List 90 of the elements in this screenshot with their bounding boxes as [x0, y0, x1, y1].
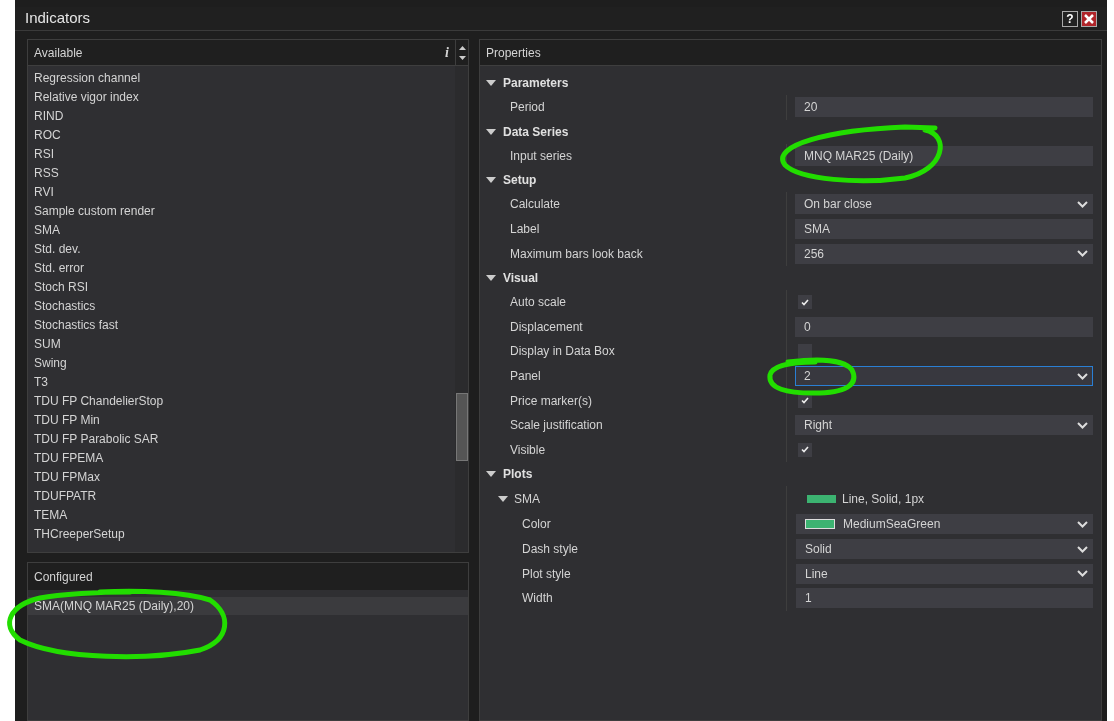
list-item[interactable]: TDU FP Parabolic SAR: [34, 429, 159, 448]
dropdown[interactable]: Line: [796, 563, 1093, 584]
list-item[interactable]: THCreeperSetup: [34, 524, 125, 543]
checkbox[interactable]: [798, 442, 812, 457]
chevron-down-icon: [1077, 372, 1088, 380]
list-item[interactable]: TDU FP Min: [34, 410, 100, 429]
help-button[interactable]: ?: [1062, 10, 1078, 27]
property-label: Plot style: [522, 565, 571, 583]
property-label: Auto scale: [510, 294, 567, 312]
list-item[interactable]: Stochastics fast: [34, 315, 119, 334]
collapse-icon[interactable]: [486, 471, 496, 478]
panel-header: Configured: [34, 568, 93, 586]
info-button[interactable]: i: [445, 42, 449, 63]
window-title: Indicators: [25, 8, 91, 29]
collapse-icon[interactable]: [498, 496, 508, 503]
dropdown[interactable]: 256: [795, 243, 1093, 264]
chevron-down-icon: [1077, 520, 1088, 528]
chevron-down-icon: [1077, 201, 1088, 208]
text-field[interactable]: SMA: [795, 219, 1093, 240]
scrollbar[interactable]: [455, 66, 468, 552]
list-item[interactable]: SMA: [34, 220, 60, 239]
property-label: Input series: [510, 147, 573, 165]
check-icon: [801, 446, 809, 454]
property-label: Label: [510, 221, 540, 239]
property-label: Width: [522, 590, 553, 608]
list-item[interactable]: TEMA: [34, 505, 68, 524]
list-item[interactable]: Regression channel: [34, 68, 141, 87]
collapse-icon[interactable]: [486, 177, 496, 184]
check-icon: [801, 298, 809, 306]
check-icon: [801, 397, 809, 405]
text-field[interactable]: 1: [796, 588, 1093, 609]
list-item[interactable]: TDU FP ChandelierStop: [34, 391, 164, 410]
section-title: Parameters: [503, 75, 569, 92]
property-label: SMA: [514, 491, 540, 509]
section-title: Setup: [503, 172, 537, 190]
property-label: Scale justification: [510, 417, 603, 435]
list-item[interactable]: Relative vigor index: [34, 87, 139, 106]
property-label: Maximum bars look back: [510, 245, 643, 263]
list-item[interactable]: ROC: [34, 125, 61, 144]
section-title: Data Series: [503, 123, 569, 141]
property-label: Display in Data Box: [510, 343, 615, 361]
plot-summary: Line, Solid, 1px: [842, 491, 925, 509]
property-label: Visible: [510, 441, 546, 459]
dropdown[interactable]: On bar close: [795, 194, 1093, 215]
checkbox[interactable]: [798, 344, 812, 359]
list-item[interactable]: Stoch RSI: [34, 277, 89, 296]
list-item[interactable]: Std. dev.: [34, 239, 81, 258]
list-item[interactable]: SUM: [34, 334, 61, 353]
list-item[interactable]: RIND: [34, 106, 64, 125]
list-item[interactable]: RVI: [34, 182, 54, 201]
property-label: Color: [522, 516, 551, 534]
panel-header: Available: [34, 44, 84, 62]
chevron-down-icon: [1077, 570, 1088, 578]
list-item[interactable]: RSS: [34, 163, 59, 182]
list-item[interactable]: T3: [34, 372, 48, 391]
list-item[interactable]: TDUFPATR: [34, 486, 97, 505]
color-dropdown[interactable]: MediumSeaGreen: [796, 514, 1093, 535]
list-item[interactable]: SMA(MNQ MAR25 (Daily),20): [28, 597, 468, 615]
chevron-down-icon: [1077, 421, 1088, 429]
scroll-arrows[interactable]: [455, 39, 468, 66]
panel-header: Properties: [486, 44, 541, 62]
dropdown[interactable]: 2: [795, 366, 1093, 387]
list-item[interactable]: Std. error: [34, 258, 84, 277]
property-label: Panel: [510, 368, 541, 386]
close-button[interactable]: [1081, 10, 1097, 27]
chevron-down-icon: [1077, 250, 1088, 258]
text-field[interactable]: MNQ MAR25 (Daily): [795, 145, 1093, 166]
property-label: Period: [510, 99, 545, 117]
collapse-icon[interactable]: [486, 128, 496, 135]
checkbox[interactable]: [798, 295, 812, 310]
list-item[interactable]: Stochastics: [34, 296, 96, 315]
section-title: Visual: [503, 269, 539, 287]
property-label: Price marker(s): [510, 392, 592, 410]
text-field[interactable]: 20: [795, 97, 1093, 118]
text-field[interactable]: 0: [795, 316, 1093, 337]
property-label: Displacement: [510, 318, 583, 336]
list-item[interactable]: TDU FPEMA: [34, 448, 104, 467]
property-label: Dash style: [522, 541, 579, 558]
list-item[interactable]: RSI: [34, 144, 54, 163]
color-name: MediumSeaGreen: [843, 516, 941, 534]
list-item[interactable]: Swing: [34, 353, 67, 372]
list-item[interactable]: Sample custom render: [34, 201, 155, 220]
section-title: Plots: [503, 466, 533, 484]
dropdown[interactable]: Solid: [796, 539, 1093, 559]
property-label: Calculate: [510, 196, 561, 214]
chevron-down-icon: [1077, 545, 1088, 553]
list-item[interactable]: TDU FPMax: [34, 467, 100, 486]
dropdown[interactable]: Right: [795, 415, 1093, 436]
collapse-icon[interactable]: [486, 274, 496, 281]
collapse-icon[interactable]: [486, 80, 496, 86]
